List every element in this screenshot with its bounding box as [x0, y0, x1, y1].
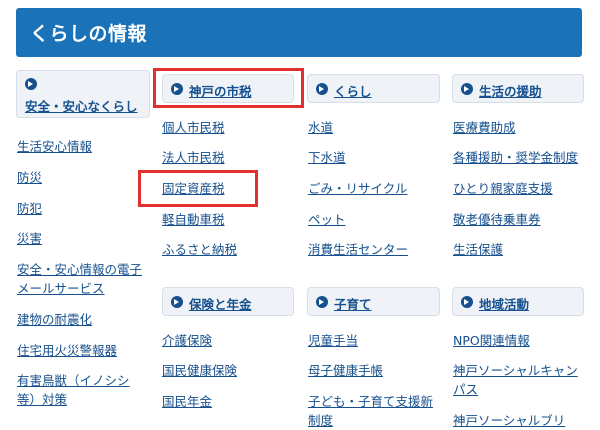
section-title-living[interactable]: くらし	[334, 81, 372, 100]
link-kokumin-kenkou-hoken[interactable]: 国民健康保険	[162, 361, 237, 380]
link-seikatsu-anshin[interactable]: 生活安心情報	[17, 137, 92, 156]
link-kaigo-hoken[interactable]: 介護保険	[162, 331, 212, 350]
link-social-campus-line2[interactable]: パス	[453, 380, 478, 399]
section-title-support[interactable]: 生活の援助	[479, 81, 542, 100]
arrow-right-icon	[461, 296, 473, 308]
link-gesuidou[interactable]: 下水道	[308, 148, 346, 167]
arrow-right-icon	[316, 83, 328, 95]
arrow-right-icon	[461, 83, 473, 95]
link-shougakukin[interactable]: 各種援助・奨学金制度	[453, 148, 578, 167]
link-social-bri[interactable]: 神戸ソーシャルブリ	[453, 411, 565, 430]
link-iryouhi-josei[interactable]: 医療費助成	[453, 118, 516, 137]
arrow-right-icon	[171, 296, 183, 308]
section-header-childcare[interactable]: 子育て	[307, 287, 440, 316]
arrow-right-icon	[171, 83, 183, 95]
link-gomi-recycle[interactable]: ごみ・リサイクル	[308, 179, 407, 198]
link-mail-service-line2[interactable]: メールサービス	[17, 279, 105, 298]
link-bouhan[interactable]: 防犯	[17, 199, 42, 218]
section-title-insurance[interactable]: 保険と年金	[189, 294, 252, 313]
link-pet[interactable]: ペット	[308, 210, 346, 229]
link-keirou-yutai[interactable]: 敬老優待乗車券	[453, 210, 541, 229]
link-npo-info[interactable]: NPO関連情報	[453, 331, 530, 350]
link-kojin-shiminzei[interactable]: 個人市民税	[162, 118, 225, 137]
page-header: くらしの情報	[16, 8, 582, 57]
link-yugai-chojyu-line2[interactable]: 等）対策	[17, 390, 67, 409]
link-taishinka[interactable]: 建物の耐震化	[17, 310, 92, 329]
section-title-community[interactable]: 地域活動	[479, 294, 529, 313]
section-header-community[interactable]: 地域活動	[452, 287, 584, 316]
page-title: くらしの情報	[30, 23, 148, 45]
link-social-campus-line1[interactable]: 神戸ソーシャルキャン	[453, 361, 578, 380]
section-title-tax[interactable]: 神戸の市税	[189, 81, 252, 100]
link-bousai[interactable]: 防災	[17, 168, 42, 187]
section-header-living[interactable]: くらし	[307, 74, 440, 103]
section-header-tax[interactable]: 神戸の市税	[162, 74, 294, 103]
link-shouhi-seikatsu-center[interactable]: 消費生活センター	[308, 240, 408, 259]
link-kosodate-shien-line1[interactable]: 子ども・子育て支援新	[308, 392, 433, 411]
link-furusato-nouzei[interactable]: ふるさと納税	[162, 240, 237, 259]
link-jidou-teate[interactable]: 児童手当	[308, 331, 358, 350]
link-hitorioya-shien[interactable]: ひとり親家庭支援	[453, 179, 553, 198]
link-yugai-chojyu-line1[interactable]: 有害鳥獣（イノシシ	[17, 371, 130, 390]
link-mail-service-line1[interactable]: 安全・安心情報の電子	[17, 260, 142, 279]
section-title-safety[interactable]: 安全・安心なくらし	[25, 96, 138, 115]
section-title-childcare[interactable]: 子育て	[334, 294, 372, 313]
link-boshi-kenkou-techou[interactable]: 母子健康手帳	[308, 361, 383, 380]
arrow-right-icon	[316, 296, 328, 308]
arrow-right-icon	[25, 78, 37, 90]
link-suidou[interactable]: 水道	[308, 118, 333, 137]
link-seikatsu-hogo[interactable]: 生活保護	[453, 240, 503, 259]
link-houjin-shiminzei[interactable]: 法人市民税	[162, 148, 225, 167]
link-kotei-shisanzei[interactable]: 固定資産税	[162, 179, 225, 198]
link-saigai[interactable]: 災害	[17, 229, 42, 248]
section-header-insurance[interactable]: 保険と年金	[162, 287, 294, 316]
section-header-support[interactable]: 生活の援助	[452, 74, 584, 103]
link-kosodate-shien-line2[interactable]: 制度	[308, 411, 333, 430]
link-kokumin-nenkin[interactable]: 国民年金	[162, 392, 212, 411]
link-kei-jidoushazei[interactable]: 軽自動車税	[162, 210, 225, 229]
section-header-safety[interactable]: 安全・安心なくらし	[16, 70, 150, 118]
link-kasai-keihouki[interactable]: 住宅用火災警報器	[17, 341, 117, 360]
